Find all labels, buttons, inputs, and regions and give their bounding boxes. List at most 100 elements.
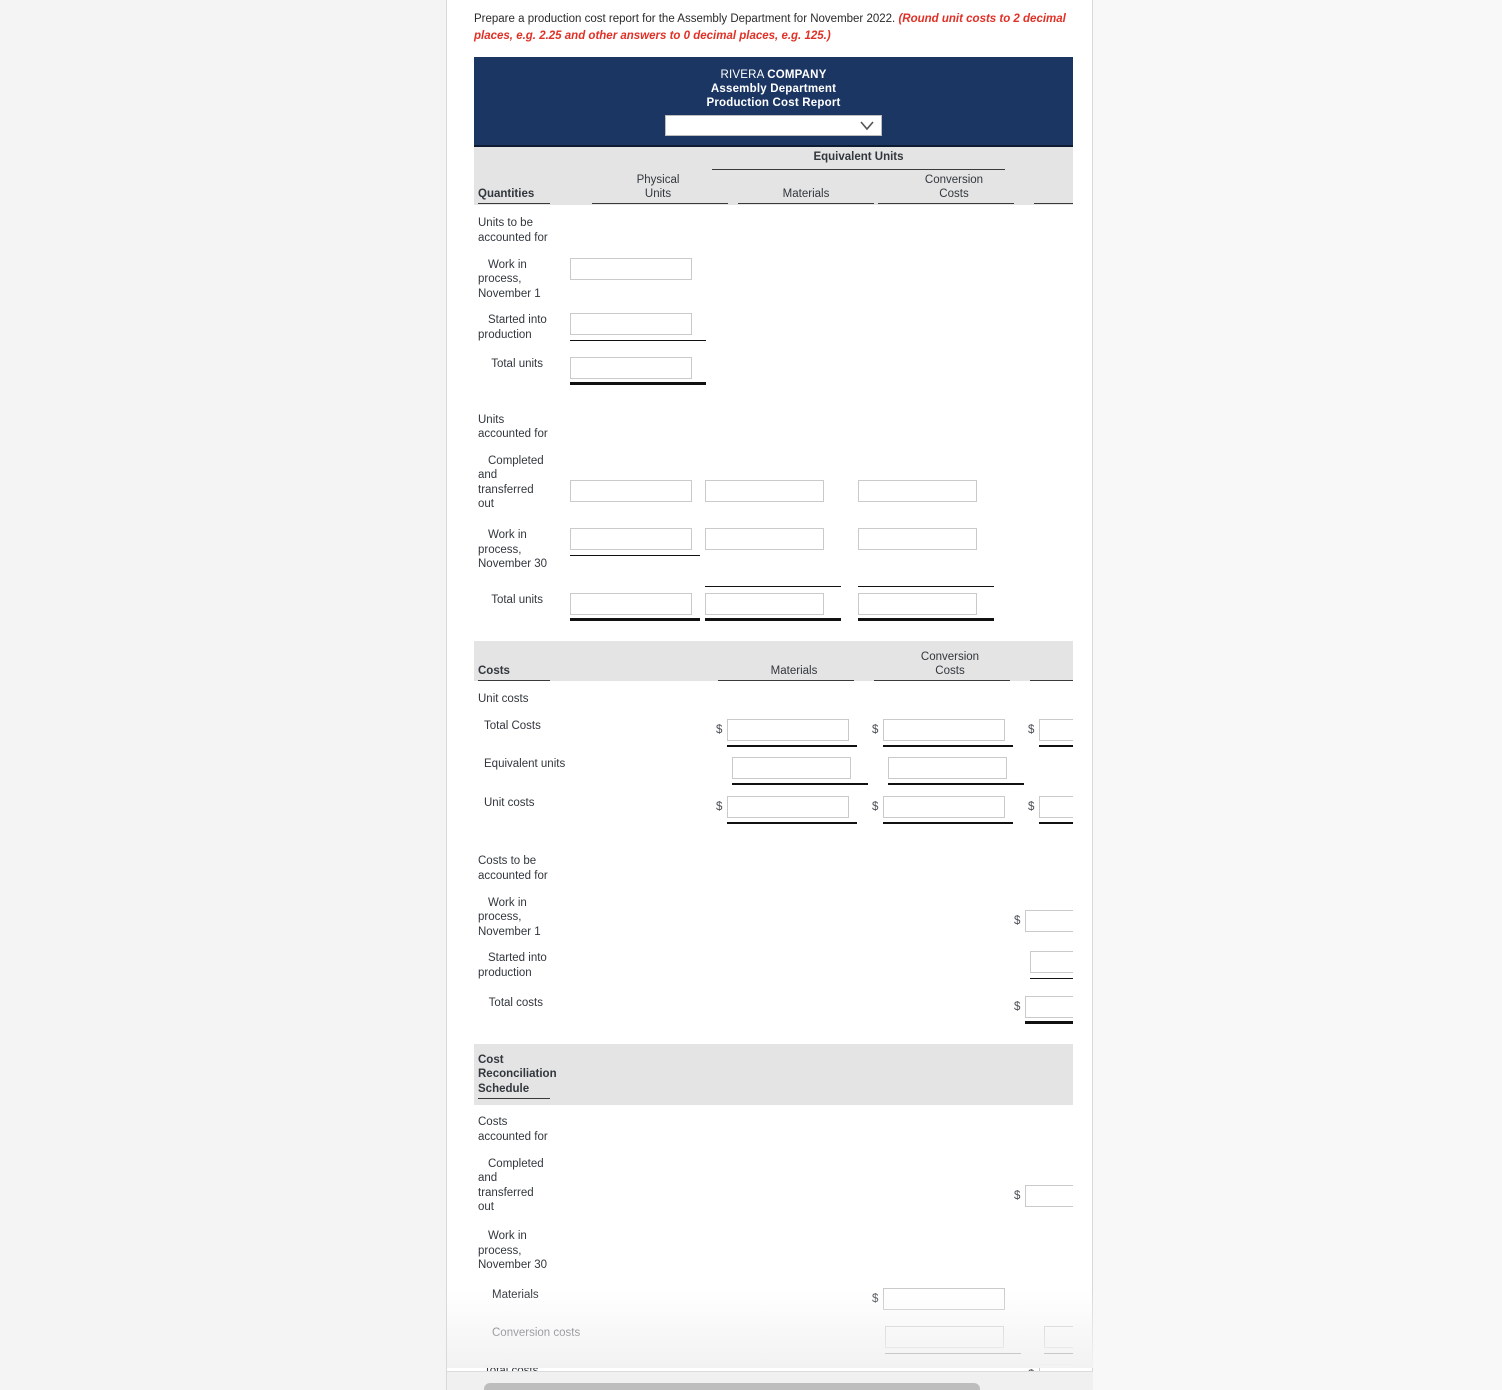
row-label: Completed and transferred out — [478, 1157, 544, 1214]
physical-units-line2: Units — [644, 188, 672, 201]
row-total-costs-accounted: Total costs $ — [474, 981, 1073, 1024]
row-label: Equivalent units — [484, 758, 566, 771]
equivalent-units-materials-input[interactable] — [732, 757, 851, 780]
quantities-header-rule — [478, 203, 550, 205]
recon-conversion-input[interactable] — [885, 1325, 1004, 1348]
total-costs-conversion-input[interactable] — [883, 719, 1006, 742]
row-wip-nov1-costs: Work in process, November 1 $ — [474, 884, 1073, 940]
unit-costs-conversion-input[interactable] — [883, 796, 1006, 819]
input-wrap — [705, 585, 841, 621]
currency-symbol: $ — [1014, 1000, 1021, 1013]
total-cell: $ — [1014, 1157, 1073, 1207]
row-total-units-2: Total units — [474, 572, 1073, 621]
report-title: Production Cost Report — [706, 97, 841, 110]
completed-transferred-costs-input[interactable] — [1025, 1184, 1073, 1207]
wip-nov1-costs-input[interactable] — [1025, 909, 1073, 932]
right-gutter — [1093, 0, 1502, 1390]
wip-nov30-physical-input[interactable] — [570, 528, 692, 551]
unit-costs-total-input[interactable] — [1039, 796, 1073, 819]
row-started-into-production-costs: Started into production — [474, 939, 1073, 980]
input-wrap — [885, 1325, 1021, 1354]
currency-symbol: $ — [1028, 724, 1035, 737]
rule-above — [858, 585, 994, 587]
row-total-units-1: Total units — [474, 343, 1073, 385]
wip-nov1-physical-input[interactable] — [570, 257, 692, 280]
started-into-production-costs-input[interactable] — [1030, 951, 1073, 974]
costs-header-rule — [478, 679, 550, 681]
row-total-costs: Total Costs $ $ $ — [474, 706, 1073, 748]
currency-symbol: $ — [716, 801, 723, 814]
total-units-1-physical-input[interactable] — [570, 356, 692, 379]
total-cell: $ — [1014, 995, 1073, 1024]
currency-symbol: $ — [1014, 914, 1021, 927]
period-select[interactable] — [665, 115, 882, 137]
costs-conversion-header: Conversion Costs — [872, 650, 1028, 681]
completed-materials-input[interactable] — [705, 479, 824, 502]
input-wrap — [570, 257, 692, 280]
total-costs-total-input[interactable] — [1039, 719, 1073, 742]
conversion-cell: $ — [872, 719, 1028, 748]
row-label: Total units — [491, 357, 543, 370]
physical-units-cell — [549, 454, 692, 502]
currency-symbol: $ — [872, 724, 879, 737]
unit-costs-materials-input[interactable] — [727, 796, 850, 819]
rule-above — [705, 585, 841, 587]
materials-cell — [689, 528, 845, 551]
total-cell: $ — [1028, 719, 1073, 748]
wip-nov30-materials-input[interactable] — [705, 528, 824, 551]
input-wrap — [1039, 796, 1073, 825]
cost-reconciliation-title-label: Cost Reconciliation Schedule — [478, 1053, 557, 1095]
quantities-header-band: Equivalent Units Quantities Physical Uni… — [474, 147, 1073, 206]
row-wip-nov30-costs-label: Work in process, November 30 — [474, 1215, 1073, 1273]
wip-nov30-conversion-input[interactable] — [858, 528, 977, 551]
costs-conversion-line1: Conversion — [920, 650, 980, 663]
total-cell: $ — [1014, 896, 1073, 932]
total-cell — [1028, 1325, 1073, 1354]
input-wrap — [858, 585, 994, 621]
input-wrap — [858, 479, 977, 502]
screenshot-root: Prepare a production cost report for the… — [0, 0, 1502, 1390]
row-label: Materials — [492, 1288, 539, 1301]
company-name-line: RIVERA COMPANY — [474, 68, 1073, 82]
costs-header-label: Costs — [478, 664, 510, 677]
recon-conversion-total-input[interactable] — [1044, 1325, 1073, 1348]
total-costs-accounted-input[interactable] — [1025, 995, 1073, 1018]
costs-accounted-for-label: Costs accounted for — [478, 1116, 548, 1143]
costs-materials-label: Materials — [770, 664, 818, 677]
costs-to-be-accounted-for-label: Costs to be accounted for — [478, 855, 548, 883]
row-label: Total costs — [488, 996, 543, 1009]
company-name-regular: RIVERA — [720, 69, 764, 82]
costs-total-header — [1028, 650, 1073, 681]
input-wrap — [883, 796, 1014, 825]
physical-units-cell — [549, 356, 706, 385]
input-wrap — [1025, 1184, 1073, 1207]
input-wrap — [732, 757, 868, 786]
costs-to-be-accounted-for-section: Costs to be accounted for — [474, 844, 1073, 883]
input-wrap — [570, 592, 700, 621]
equivalent-units-conversion-input[interactable] — [888, 757, 1007, 780]
total-costs-materials-input[interactable] — [727, 719, 850, 742]
department-name: Assembly Department — [710, 83, 837, 96]
materials-cell — [716, 757, 872, 786]
input-wrap — [705, 479, 824, 502]
input-wrap — [727, 796, 858, 825]
input-wrap — [883, 719, 1014, 748]
completed-conversion-input[interactable] — [858, 479, 977, 502]
completed-physical-input[interactable] — [570, 479, 692, 502]
started-into-production-physical-input[interactable] — [570, 313, 692, 336]
row-wip-nov1-units: Work in process, November 1 — [474, 246, 1073, 302]
conversion-cell — [845, 454, 1001, 502]
materials-cell: $ — [716, 796, 872, 825]
footer-action-button[interactable] — [484, 1383, 980, 1390]
total-units-2-conversion-input[interactable] — [858, 592, 977, 615]
total-units-2-physical-input[interactable] — [570, 592, 692, 615]
left-gutter — [0, 0, 446, 1390]
total-cell — [1014, 951, 1073, 980]
materials-cell — [689, 585, 845, 621]
input-wrap — [888, 757, 1024, 786]
input-wrap — [570, 479, 692, 502]
total-units-2-materials-input[interactable] — [705, 592, 824, 615]
row-label: Started into production — [478, 314, 547, 341]
recon-materials-input[interactable] — [883, 1287, 1006, 1310]
